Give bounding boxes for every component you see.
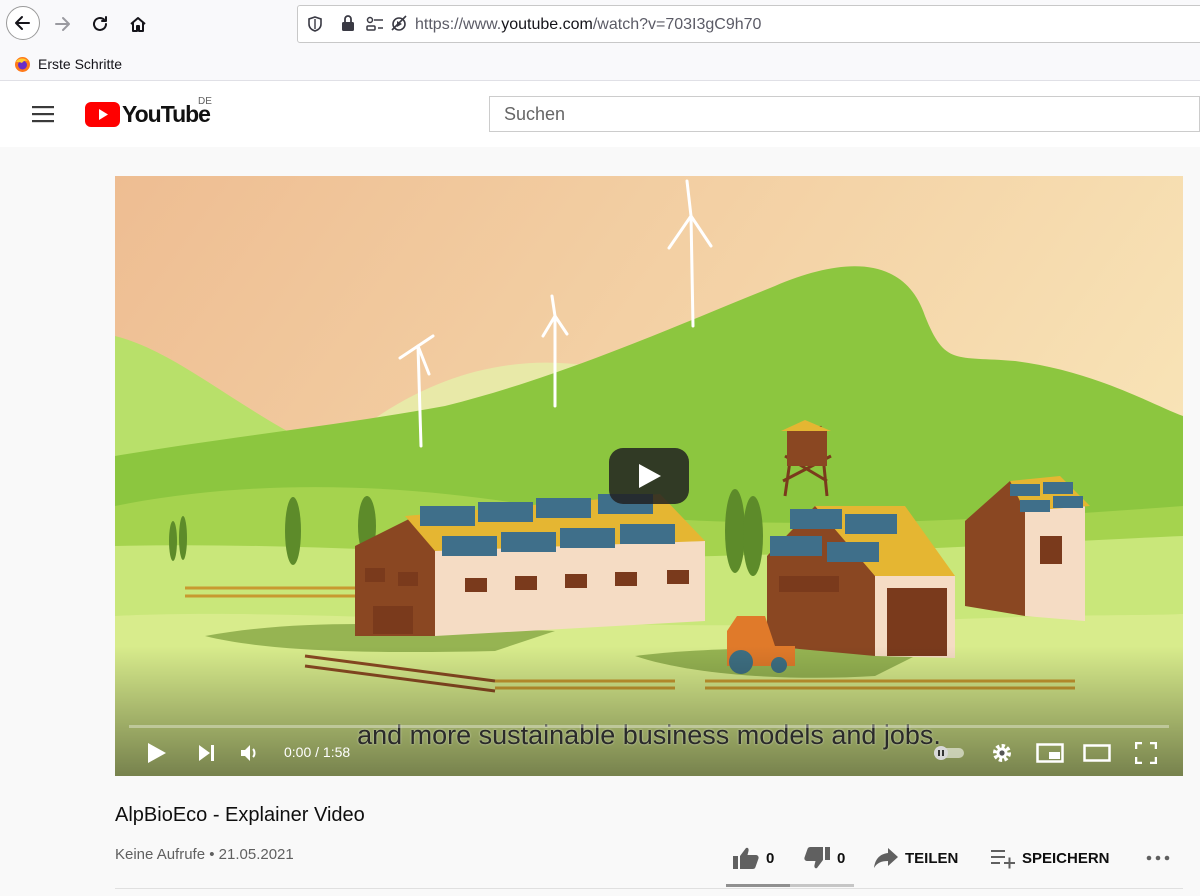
dislike-count: 0 bbox=[837, 849, 846, 867]
share-label: TEILEN bbox=[905, 849, 959, 867]
bookmark-label[interactable]: Erste Schritte bbox=[38, 56, 122, 72]
more-horizontal-icon bbox=[1146, 855, 1170, 861]
save-label: SPEICHERN bbox=[1022, 849, 1110, 867]
url-prefix: https://www. bbox=[415, 16, 502, 33]
controls-gradient bbox=[115, 646, 1183, 776]
search-input[interactable] bbox=[502, 97, 1166, 131]
next-button[interactable] bbox=[193, 738, 221, 768]
sentiment-like-fill bbox=[726, 884, 790, 887]
save-button[interactable]: SPEICHERN bbox=[990, 840, 1110, 876]
firefox-icon bbox=[15, 57, 30, 72]
permissions-icon[interactable] bbox=[365, 15, 385, 33]
search-box[interactable] bbox=[489, 96, 1200, 132]
youtube-logo-icon[interactable] bbox=[85, 102, 120, 127]
upload-date: 21.05.2021 bbox=[218, 846, 294, 863]
youtube-header: YouTube DE bbox=[0, 81, 1200, 147]
theater-mode-button[interactable] bbox=[1082, 738, 1112, 768]
time-total: 1:58 bbox=[322, 744, 351, 760]
url-host: youtube.com bbox=[501, 16, 593, 33]
video-title: AlpBioEco - Explainer Video bbox=[115, 804, 365, 826]
youtube-logo-text[interactable]: YouTube bbox=[122, 101, 211, 128]
bookmarks-bar: Erste Schritte bbox=[0, 50, 1200, 81]
info-divider bbox=[115, 888, 1183, 889]
autoplay-blocked-icon[interactable] bbox=[389, 13, 409, 33]
thumbs-down-icon bbox=[804, 847, 830, 869]
time-current: 0:00 bbox=[284, 744, 312, 760]
share-icon bbox=[874, 848, 898, 868]
theater-mode-icon bbox=[1083, 744, 1111, 762]
large-play-button[interactable] bbox=[609, 448, 689, 504]
url-text[interactable]: https://www.youtube.com/watch?v=703I3gC9… bbox=[415, 16, 761, 34]
view-count: Keine Aufrufe bbox=[115, 846, 206, 863]
dislike-button[interactable]: 0 bbox=[803, 840, 845, 876]
share-button[interactable]: TEILEN bbox=[873, 840, 958, 876]
forward-button[interactable] bbox=[45, 7, 79, 41]
back-button[interactable] bbox=[6, 6, 40, 40]
like-count: 0 bbox=[766, 849, 775, 867]
volume-icon bbox=[241, 745, 256, 761]
meta-separator: • bbox=[205, 846, 219, 863]
progress-bar[interactable] bbox=[129, 725, 1169, 728]
time-display: 0:00 / 1:58 bbox=[284, 744, 350, 760]
url-path: /watch?v=703I3gC9h70 bbox=[592, 16, 762, 33]
play-icon bbox=[148, 743, 166, 763]
play-button[interactable] bbox=[143, 738, 171, 768]
arrow-left-icon bbox=[15, 16, 30, 30]
reload-icon bbox=[93, 16, 107, 31]
playlist-add-icon bbox=[991, 850, 1015, 869]
reload-button[interactable] bbox=[83, 7, 117, 41]
menu-icon[interactable] bbox=[31, 104, 55, 124]
thumbs-up-icon bbox=[733, 847, 759, 869]
sentiment-bar bbox=[726, 884, 854, 887]
fullscreen-button[interactable] bbox=[1131, 738, 1161, 768]
video-player[interactable]: and more sustainable business models and… bbox=[115, 176, 1183, 776]
more-actions-button[interactable] bbox=[1146, 840, 1170, 876]
shield-icon[interactable] bbox=[306, 15, 324, 33]
mute-button[interactable] bbox=[236, 738, 264, 768]
browser-toolbar: https://www.youtube.com/watch?v=703I3gC9… bbox=[0, 0, 1200, 50]
home-button[interactable] bbox=[121, 7, 155, 41]
country-code: DE bbox=[198, 96, 212, 107]
miniplayer-button[interactable] bbox=[1035, 738, 1065, 768]
settings-button[interactable] bbox=[988, 738, 1016, 768]
like-button[interactable]: 0 bbox=[732, 840, 774, 876]
play-icon bbox=[639, 464, 661, 488]
gear-icon bbox=[993, 744, 1011, 762]
lock-icon[interactable] bbox=[340, 14, 356, 32]
arrow-right-icon bbox=[55, 17, 70, 31]
url-bar[interactable]: https://www.youtube.com/watch?v=703I3gC9… bbox=[297, 5, 1200, 43]
autoplay-toggle[interactable] bbox=[931, 738, 967, 768]
home-icon bbox=[130, 17, 146, 32]
time-separator: / bbox=[311, 744, 323, 760]
video-meta: Keine Aufrufe • 21.05.2021 bbox=[115, 846, 294, 863]
bookmark-erste-schritte[interactable] bbox=[14, 56, 31, 78]
miniplayer-icon bbox=[1036, 743, 1064, 763]
autoplay-toggle-icon bbox=[934, 746, 964, 760]
skip-next-icon bbox=[199, 745, 214, 761]
fullscreen-icon bbox=[1135, 742, 1157, 764]
